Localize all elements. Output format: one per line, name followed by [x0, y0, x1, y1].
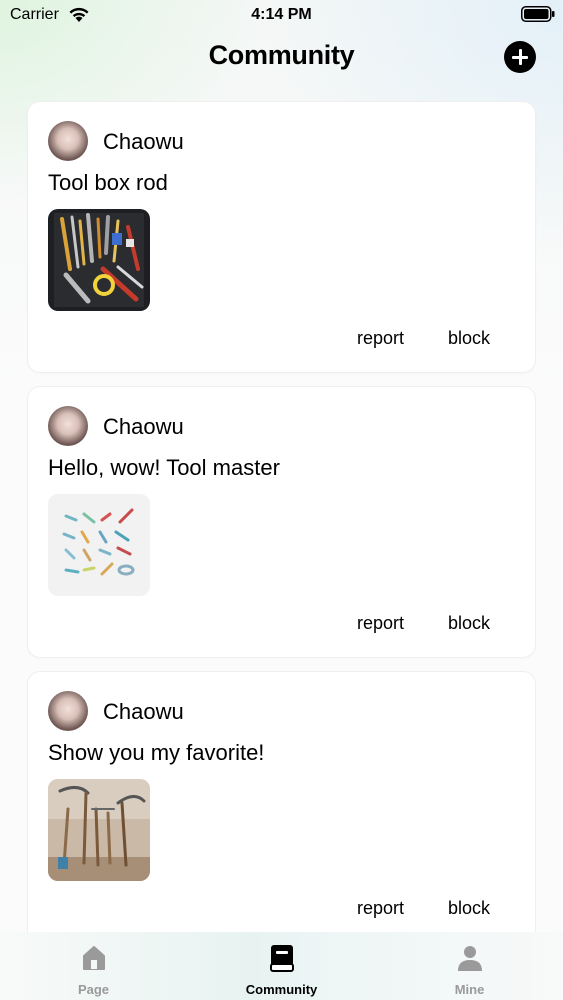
username: Chaowu [103, 129, 184, 154]
house-icon [82, 946, 105, 970]
garden-tools-photo [48, 779, 150, 881]
post-text: Hello, wow! Tool master [48, 455, 280, 480]
post-card: Chaowu Hello, wow! Tool master report bl… [28, 387, 535, 657]
battery-icon [521, 6, 555, 22]
tab-bar: Page Community Mine [0, 932, 563, 1000]
post-text: Show you my favorite! [48, 740, 265, 765]
report-button[interactable]: report [357, 328, 404, 349]
tab-mine[interactable]: Mine [376, 932, 563, 1000]
post-text: Tool box rod [48, 170, 168, 195]
post-image[interactable] [48, 494, 150, 596]
avatar[interactable] [48, 406, 88, 446]
tab-label: Community [245, 982, 318, 997]
tab-page[interactable]: Page [0, 932, 187, 1000]
username: Chaowu [103, 414, 184, 439]
post-card: Chaowu Show you my favorite! report bloc… [28, 672, 535, 942]
tools-illustration [48, 494, 150, 596]
post-image[interactable] [48, 779, 150, 881]
clock: 4:14 PM [251, 6, 312, 23]
add-post-button[interactable] [504, 41, 536, 73]
book-icon [269, 945, 294, 972]
tab-label: Page [77, 982, 110, 997]
block-button[interactable]: block [448, 613, 490, 634]
page-title: Community [208, 40, 355, 70]
post-image[interactable] [48, 209, 150, 311]
avatar[interactable] [48, 121, 88, 161]
status-bar: Carrier 4:14 PM [0, 0, 563, 30]
tab-label: Mine [454, 982, 485, 997]
person-icon [457, 946, 482, 971]
block-button[interactable]: block [448, 898, 490, 919]
avatar[interactable] [48, 691, 88, 731]
username: Chaowu [103, 699, 184, 724]
block-button[interactable]: block [448, 328, 490, 349]
tab-community[interactable]: Community [188, 932, 375, 1000]
toolbox-photo [48, 209, 150, 311]
post-card: Chaowu Tool box rod report block [28, 102, 535, 372]
report-button[interactable]: report [357, 898, 404, 919]
report-button[interactable]: report [357, 613, 404, 634]
